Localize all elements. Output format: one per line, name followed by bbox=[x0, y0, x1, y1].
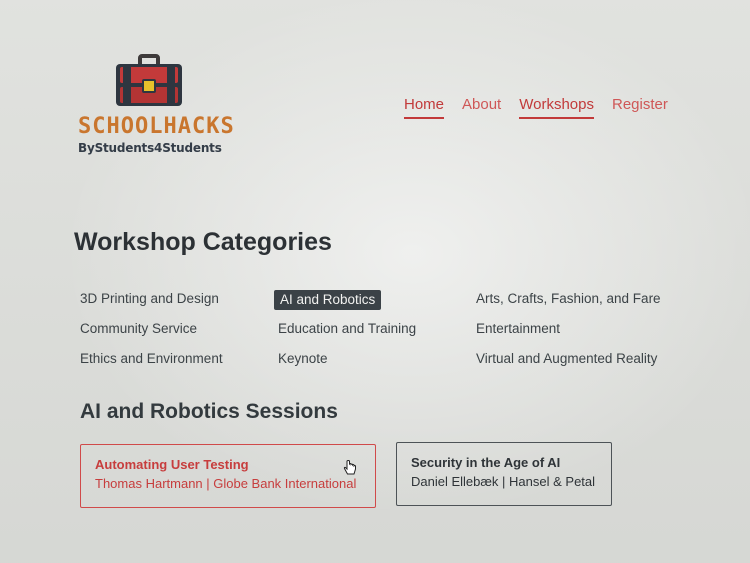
category-education-training[interactable]: Education and Training bbox=[278, 320, 476, 338]
nav-home[interactable]: Home bbox=[404, 96, 445, 119]
category-label: Ethics and Environment bbox=[80, 351, 223, 366]
category-label: Arts, Crafts, Fashion, and Fare bbox=[476, 291, 661, 306]
session-meta: Daniel Ellebæk | Hansel & Petal bbox=[411, 474, 596, 489]
session-title: Security in the Age of AI bbox=[411, 455, 561, 470]
main-nav: Home About Workshops Register bbox=[404, 96, 668, 119]
nav-about[interactable]: About bbox=[462, 96, 501, 119]
toolbox-icon bbox=[116, 54, 182, 106]
site-logo[interactable]: SCHOOLHACKS ByStudents4Students bbox=[76, 54, 236, 164]
nav-workshops[interactable]: Workshops bbox=[519, 96, 594, 119]
session-meta: Thomas Hartmann | Globe Bank Internation… bbox=[95, 476, 357, 491]
category-3d-printing[interactable]: 3D Printing and Design bbox=[80, 290, 278, 308]
category-label: AI and Robotics bbox=[274, 290, 382, 310]
category-label: Keynote bbox=[278, 351, 328, 366]
session-cards: Automating User Testing Thomas Hartmann … bbox=[80, 442, 612, 508]
logo-wordmark: SCHOOLHACKS bbox=[78, 114, 235, 139]
logo-tagline: ByStudents4Students bbox=[78, 141, 222, 155]
category-keynote[interactable]: Keynote bbox=[278, 350, 476, 368]
category-ethics-environment[interactable]: Ethics and Environment bbox=[80, 350, 278, 368]
nav-register[interactable]: Register bbox=[612, 96, 668, 119]
sessions-title: AI and Robotics Sessions bbox=[80, 400, 338, 423]
category-community-service[interactable]: Community Service bbox=[80, 320, 278, 338]
category-virtual-reality[interactable]: Virtual and Augmented Reality bbox=[476, 350, 680, 368]
category-label: Education and Training bbox=[278, 321, 417, 336]
category-ai-robotics[interactable]: AI and Robotics bbox=[274, 290, 476, 310]
session-title: Automating User Testing bbox=[95, 457, 249, 472]
category-label: Entertainment bbox=[476, 321, 561, 336]
category-arts-crafts[interactable]: Arts, Crafts, Fashion, and Fare bbox=[476, 290, 680, 308]
category-label: Community Service bbox=[80, 321, 198, 336]
page-title: Workshop Categories bbox=[74, 228, 332, 256]
category-entertainment[interactable]: Entertainment bbox=[476, 320, 680, 338]
category-list: 3D Printing and Design AI and Robotics A… bbox=[80, 290, 680, 368]
session-card-security-ai[interactable]: Security in the Age of AI Daniel Ellebæk… bbox=[396, 442, 612, 506]
category-label: Virtual and Augmented Reality bbox=[476, 351, 658, 366]
hand-cursor-icon bbox=[343, 460, 356, 475]
session-card-automating-user-testing[interactable]: Automating User Testing Thomas Hartmann … bbox=[80, 444, 376, 508]
category-label: 3D Printing and Design bbox=[80, 291, 219, 306]
